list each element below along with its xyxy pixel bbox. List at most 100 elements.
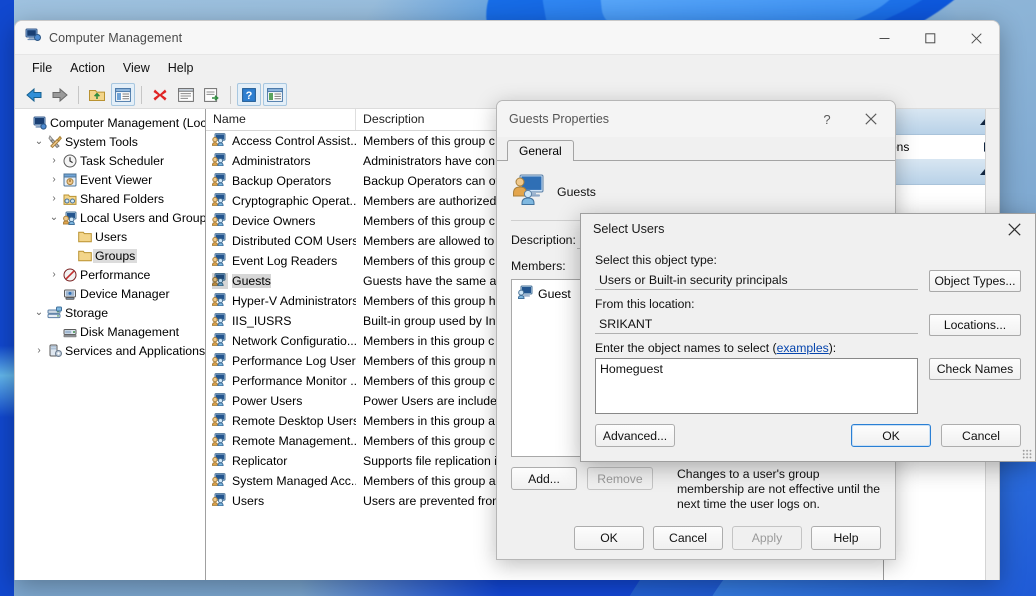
tree-item-disk-management[interactable]: Disk Management — [15, 322, 205, 341]
tree-item-storage[interactable]: ⌄Storage — [15, 303, 205, 322]
event-viewer-icon — [61, 173, 78, 187]
select-users-close-button[interactable] — [993, 214, 1035, 244]
group-name-cell: IIS_IUSRS — [206, 313, 356, 329]
group-name-cell: Administrators — [206, 153, 356, 169]
tree-expander-icon[interactable]: › — [47, 193, 61, 204]
maximize-button[interactable] — [907, 21, 953, 55]
tree-item-label: System Tools — [63, 135, 140, 149]
tree-item-event-viewer[interactable]: › Event Viewer — [15, 170, 205, 189]
tree-expander-icon[interactable]: › — [32, 345, 46, 356]
add-button[interactable]: Add... — [511, 467, 577, 490]
tree-item-system-tools[interactable]: ⌄ System Tools — [15, 132, 205, 151]
properties-icon[interactable] — [174, 83, 198, 106]
properties-tabstrip: General — [497, 137, 895, 161]
group-name-text: Hyper-V Administrators — [232, 294, 356, 308]
properties-ok-button[interactable]: OK — [574, 526, 644, 550]
tree-expander-icon[interactable]: › — [47, 155, 61, 166]
tree-expander-icon[interactable]: › — [47, 174, 61, 185]
tree-item-shared-folders[interactable]: ›Shared Folders — [15, 189, 205, 208]
select-users-title: Select Users — [593, 222, 664, 236]
group-name-text: Replicator — [232, 454, 287, 468]
show-hide-tree-icon[interactable] — [111, 83, 135, 106]
menu-view[interactable]: View — [114, 58, 159, 78]
tree-item-computer-management-local[interactable]: Computer Management (Local — [15, 113, 205, 132]
tree-expander-icon[interactable]: › — [47, 269, 61, 280]
back-icon[interactable] — [22, 83, 46, 106]
object-names-input[interactable] — [595, 358, 918, 414]
toolbar-separator-3 — [230, 86, 231, 104]
properties-cancel-button[interactable]: Cancel — [653, 526, 723, 550]
tree-item-task-scheduler[interactable]: ›Task Scheduler — [15, 151, 205, 170]
close-button[interactable] — [953, 21, 999, 55]
group-name-cell: Access Control Assist... — [206, 133, 356, 149]
group-icon — [212, 293, 228, 309]
members-label: Members: — [511, 259, 577, 273]
locations-button[interactable]: Locations... — [929, 314, 1021, 336]
group-icon — [212, 353, 228, 369]
resize-grip[interactable] — [1022, 449, 1032, 459]
object-types-button[interactable]: Object Types... — [929, 270, 1021, 292]
select-users-dialog: Select Users Select this object type: Ob… — [580, 213, 1036, 462]
select-users-ok-button[interactable]: OK — [851, 424, 931, 447]
export-list-icon[interactable] — [200, 83, 224, 106]
tree-item-label: Event Viewer — [78, 173, 154, 187]
tree-item-label: Local Users and Groups — [78, 211, 206, 225]
tree-expander-icon[interactable]: ⌄ — [32, 307, 46, 318]
group-name-text: Remote Management... — [232, 434, 356, 448]
group-name-text: Network Configuratio... — [232, 334, 356, 348]
delete-icon[interactable] — [148, 83, 172, 106]
properties-help-button[interactable]: ? — [805, 101, 849, 137]
tree-expander-icon[interactable]: ⌄ — [47, 212, 61, 223]
group-icon — [212, 473, 228, 489]
menu-help[interactable]: Help — [159, 58, 203, 78]
tree-item-groups[interactable]: Groups — [15, 246, 205, 265]
menu-action[interactable]: Action — [61, 58, 114, 78]
new-window-icon[interactable] — [263, 83, 287, 106]
tree-item-services-and-applications[interactable]: ›Services and Applications — [15, 341, 205, 360]
object-type-input[interactable] — [595, 270, 918, 290]
group-icon — [212, 133, 228, 149]
properties-help-footer-button[interactable]: Help — [811, 526, 881, 550]
location-input[interactable] — [595, 314, 918, 334]
minimize-button[interactable] — [861, 21, 907, 55]
location-row: Locations... — [595, 314, 1021, 336]
group-icon — [212, 153, 228, 169]
console-tree[interactable]: Computer Management (Local⌄System Tools›… — [15, 109, 206, 580]
group-name-cell: Users — [206, 493, 356, 509]
menu-file[interactable]: File — [23, 58, 61, 78]
tools-icon — [46, 135, 63, 149]
help-icon[interactable]: ? — [237, 83, 261, 106]
group-name-text: Backup Operators — [232, 174, 331, 188]
tree-item-device-manager[interactable]: Device Manager — [15, 284, 205, 303]
tab-general[interactable]: General — [507, 140, 574, 161]
column-header-name[interactable]: Name — [206, 109, 356, 130]
object-type-row: Object Types... — [595, 270, 1021, 292]
tree-item-performance[interactable]: ›Performance — [15, 265, 205, 284]
group-icon — [212, 393, 228, 409]
properties-close-button[interactable] — [849, 101, 893, 137]
check-names-button[interactable]: Check Names — [929, 358, 1021, 380]
group-name-text: Guests — [232, 274, 271, 288]
svg-text:?: ? — [246, 90, 253, 102]
up-folder-icon[interactable] — [85, 83, 109, 106]
advanced-button[interactable]: Advanced... — [595, 424, 675, 447]
group-name-text: System Managed Acc... — [232, 474, 356, 488]
properties-title-buttons: ? — [805, 101, 893, 137]
storage-icon — [46, 306, 63, 320]
tree-expander-icon[interactable]: ⌄ — [32, 136, 46, 147]
group-icon — [212, 413, 228, 429]
tree-item-local-users-and-groups[interactable]: ⌄ Local Users and Groups — [15, 208, 205, 227]
member-name: Guest — [538, 287, 571, 301]
group-name-cell: Distributed COM Users — [206, 233, 356, 249]
properties-title: Guests Properties — [509, 112, 609, 126]
actions-pane-item[interactable]: ons — [884, 135, 999, 159]
examples-link[interactable]: examples — [777, 341, 829, 355]
group-icon — [212, 213, 228, 229]
window-titlebar: Computer Management — [15, 21, 999, 55]
wallpaper-left-strip — [0, 0, 14, 596]
group-icon — [212, 433, 228, 449]
select-users-cancel-button[interactable]: Cancel — [941, 424, 1021, 447]
member-buttons-row: Add... Remove Changes to a user's group … — [511, 467, 881, 512]
tree-item-users[interactable]: Users — [15, 227, 205, 246]
forward-icon[interactable] — [48, 83, 72, 106]
